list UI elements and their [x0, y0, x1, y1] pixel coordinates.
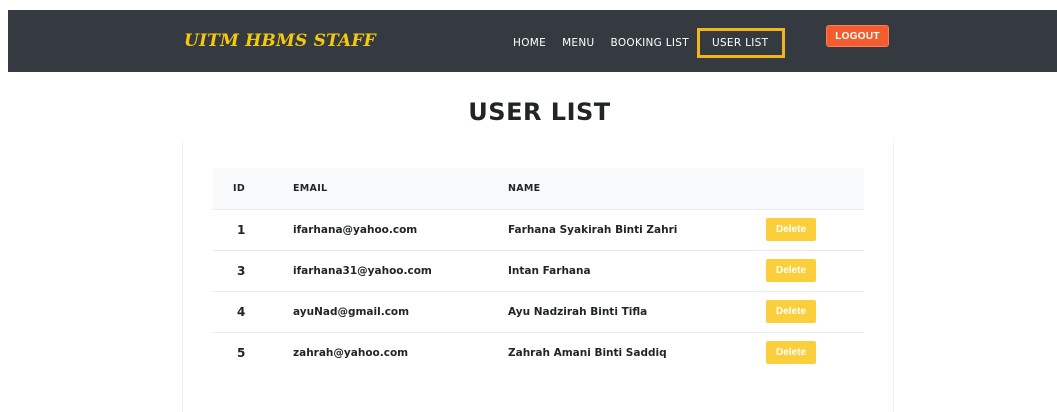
nav-links: HOME MENU BOOKING LIST USER LIST — [505, 28, 786, 58]
delete-button[interactable]: Delete — [766, 259, 816, 282]
nav-link-menu[interactable]: MENU — [554, 28, 602, 58]
nav-link-booking-list[interactable]: BOOKING LIST — [603, 28, 697, 58]
row-action-cell: Delete — [766, 291, 864, 332]
nav-link-user-list[interactable]: USER LIST — [696, 28, 786, 58]
header-action — [766, 168, 864, 209]
row-email: ayuNad@gmail.com — [293, 305, 410, 318]
logout-button[interactable]: LOGOUT — [826, 25, 889, 47]
row-id: 4 — [237, 304, 246, 319]
row-name: Ayu Nadzirah Binti Tifla — [508, 305, 648, 318]
row-id: 1 — [237, 222, 246, 237]
table-header-row: ID EMAIL NAME — [213, 168, 864, 209]
table-row: 1 ifarhana@yahoo.com Farhana Syakirah Bi… — [213, 209, 864, 250]
delete-button[interactable]: Delete — [766, 218, 816, 241]
row-action-cell: Delete — [766, 250, 864, 291]
page-title: USER LIST — [468, 98, 611, 126]
row-name: Farhana Syakirah Binti Zahri — [508, 223, 678, 236]
table-row: 5 zahrah@yahoo.com Zahrah Amani Binti Sa… — [213, 332, 864, 373]
top-navbar: UITM HBMS STAFF HOME MENU BOOKING LIST U… — [8, 10, 1057, 72]
header-id: ID — [233, 182, 246, 194]
row-email: ifarhana@yahoo.com — [293, 223, 418, 236]
row-email: zahrah@yahoo.com — [293, 346, 409, 359]
row-id: 5 — [237, 345, 246, 360]
row-action-cell: Delete — [766, 332, 864, 373]
row-id: 3 — [237, 263, 246, 278]
nav-link-home[interactable]: HOME — [505, 28, 554, 58]
header-name: NAME — [508, 182, 541, 194]
row-email: ifarhana31@yahoo.com — [293, 264, 432, 277]
row-action-cell: Delete — [766, 209, 864, 250]
delete-button[interactable]: Delete — [766, 300, 816, 323]
table-row: 4 ayuNad@gmail.com Ayu Nadzirah Binti Ti… — [213, 291, 864, 332]
row-name: Zahrah Amani Binti Saddiq — [508, 346, 667, 359]
delete-button[interactable]: Delete — [766, 341, 816, 365]
user-table: ID EMAIL NAME 1 ifarhana@yahoo.com Farha… — [213, 168, 864, 373]
table-row: 3 ifarhana31@yahoo.com Intan Farhana Del… — [213, 250, 864, 291]
brand-logo[interactable]: UITM HBMS STAFF — [184, 31, 376, 51]
row-name: Intan Farhana — [508, 264, 591, 277]
header-email: EMAIL — [293, 182, 328, 194]
